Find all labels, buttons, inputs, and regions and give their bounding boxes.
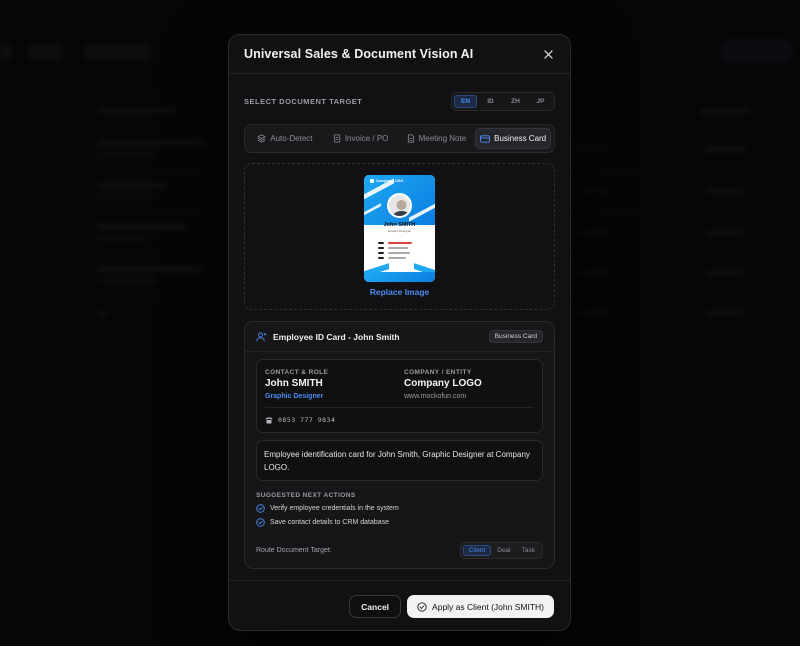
suggested-action-text: Verify employee credentials in the syste…	[270, 505, 399, 512]
suggested-action-text: Save contact details to CRM database	[270, 519, 390, 526]
lang-en-button[interactable]: EN	[454, 95, 477, 108]
tab-meeting-note[interactable]: Meeting Note	[400, 128, 474, 149]
tab-label: Auto-Detect	[270, 134, 313, 143]
suggested-actions-label: SUGGESTED NEXT ACTIONS	[256, 492, 356, 499]
suggested-action-item[interactable]: Save contact details to CRM database	[256, 518, 389, 527]
document-description: Employee identification card for John Sm…	[256, 440, 543, 481]
tab-business-card[interactable]: Business Card	[475, 128, 551, 149]
result-header: Employee ID Card - John Smith Business C…	[245, 322, 554, 352]
route-label: Route Document Target:	[256, 547, 332, 554]
card-preview-role: Graphic Designer	[387, 229, 412, 233]
vision-ai-modal: Universal Sales & Document Vision AI SEL…	[228, 34, 571, 631]
contact-role: Graphic Designer	[265, 393, 324, 400]
contact-name: John SMITH	[265, 378, 323, 389]
route-target-row: Route Document Target: Client Deal Task	[256, 542, 543, 559]
card-icon	[480, 134, 491, 143]
layers-icon	[257, 134, 266, 143]
lang-jp-button[interactable]: JP	[529, 95, 552, 108]
check-circle-icon	[417, 601, 427, 612]
note-icon	[407, 134, 414, 143]
id-card-preview-image: Company LOGO John SMITH Graphic Designer	[364, 175, 435, 282]
replace-image-link[interactable]: Replace Image	[370, 287, 430, 297]
route-deal-button[interactable]: Deal	[492, 545, 515, 556]
section-label: SELECT DOCUMENT TARGET	[244, 97, 363, 106]
contact-details-box: CONTACT & ROLE John SMITH Graphic Design…	[256, 359, 543, 433]
lang-id-button[interactable]: ID	[479, 95, 502, 108]
route-client-button[interactable]: Client	[462, 545, 492, 556]
check-circle-icon	[256, 504, 265, 513]
apply-button-label: Apply as Client (John SMITH)	[432, 601, 544, 612]
user-icon	[256, 332, 267, 341]
card-preview-name: John SMITH	[383, 222, 416, 228]
check-circle-icon	[256, 518, 265, 527]
document-type-tabs: Auto-Detect Invoice / PO Meeting Note Bu…	[244, 124, 555, 153]
extraction-result-panel: Employee ID Card - John Smith Business C…	[244, 321, 555, 569]
company-name: Company LOGO	[404, 378, 482, 389]
image-dropzone[interactable]: Company LOGO John SMITH Graphic Designer…	[244, 163, 555, 310]
company-label: COMPANY / ENTITY	[404, 369, 472, 376]
result-title-text: Employee ID Card - John Smith	[273, 331, 400, 342]
result-title: Employee ID Card - John Smith	[256, 332, 400, 342]
tab-label: Meeting Note	[418, 134, 467, 143]
cancel-button[interactable]: Cancel	[349, 595, 402, 618]
language-switcher: EN ID ZH JP	[451, 92, 555, 111]
close-icon[interactable]	[541, 47, 555, 61]
document-icon	[333, 134, 340, 143]
lang-zh-button[interactable]: ZH	[504, 95, 527, 108]
company-website: www.mockofun.com	[404, 393, 467, 400]
contact-role-label: CONTACT & ROLE	[265, 369, 329, 376]
route-target-switcher: Client Deal Task	[459, 542, 543, 559]
tab-label: Invoice / PO	[344, 134, 389, 143]
tab-invoice-po[interactable]: Invoice / PO	[324, 128, 398, 149]
phone-row: 0853 777 9834	[265, 407, 534, 424]
tab-auto-detect[interactable]: Auto-Detect	[248, 128, 322, 149]
apply-button[interactable]: Apply as Client (John SMITH)	[407, 595, 554, 618]
document-type-badge: Business Card	[488, 330, 543, 343]
modal-title: Universal Sales & Document Vision AI	[244, 47, 474, 61]
phone-icon	[265, 417, 273, 423]
suggested-action-item[interactable]: Verify employee credentials in the syste…	[256, 504, 399, 513]
modal-header: Universal Sales & Document Vision AI	[229, 35, 570, 74]
route-task-button[interactable]: Task	[517, 545, 540, 556]
tab-label: Business Card	[494, 134, 547, 143]
contact-phone: 0853 777 9834	[278, 416, 336, 424]
modal-footer: Cancel Apply as Client (John SMITH)	[229, 580, 570, 632]
document-target-row: SELECT DOCUMENT TARGET EN ID ZH JP	[244, 92, 555, 111]
